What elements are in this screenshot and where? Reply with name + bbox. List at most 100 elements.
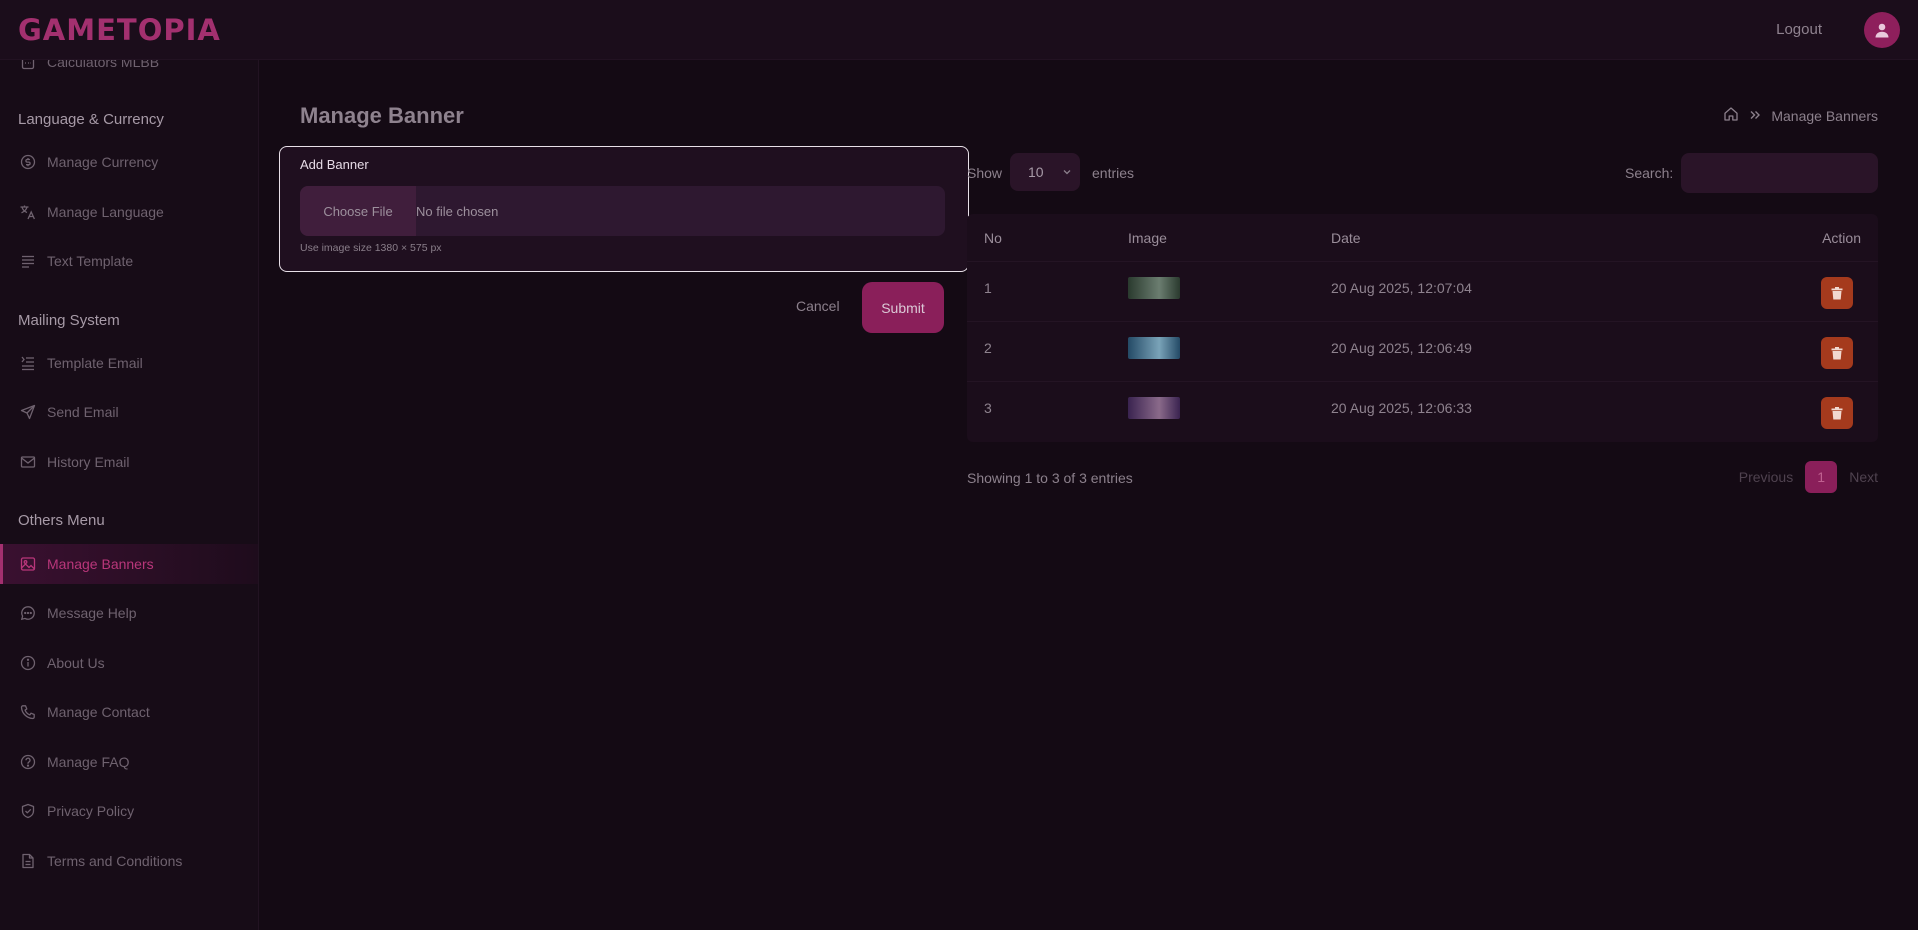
table-row: 2 20 Aug 2025, 12:06:49	[967, 322, 1878, 382]
sidebar-item-label: Manage Currency	[47, 154, 159, 170]
page-title: Manage Banner	[300, 103, 464, 128]
column-header-action: Action	[1822, 230, 1861, 246]
banners-table: No Image Date Action 1 20 Aug 2025, 12:0…	[967, 214, 1878, 442]
trash-icon	[1831, 286, 1843, 299]
add-banner-title: Add Banner	[300, 157, 369, 172]
pagination: Previous 1 Next	[1739, 461, 1878, 493]
page-length-value: 10	[1028, 164, 1044, 180]
delete-button[interactable]	[1821, 277, 1853, 309]
delete-button[interactable]	[1821, 337, 1853, 369]
sidebar-item-label: Template Email	[47, 355, 143, 371]
sidebar-item-label: Privacy Policy	[47, 803, 135, 819]
sidebar-item-label: Terms and Conditions	[47, 853, 183, 869]
question-icon	[18, 752, 38, 772]
document-icon	[18, 851, 38, 871]
row-no: 2	[984, 340, 992, 356]
top-bar: GAMETOPIA Logout	[0, 0, 1918, 60]
sidebar-item-text-template[interactable]: Text Template	[0, 241, 258, 281]
trash-icon	[1831, 406, 1843, 419]
sidebar-item-label: Text Template	[47, 253, 134, 269]
page-length-select[interactable]: 10	[1010, 153, 1080, 191]
sidebar-item-terms-and-conditions[interactable]: Terms and Conditions	[0, 841, 258, 881]
sidebar: Calculators MLBB Language & Currency Man…	[0, 60, 259, 930]
row-date: 20 Aug 2025, 12:07:04	[1331, 280, 1472, 296]
sidebar-item-label: Manage Banners	[47, 556, 154, 572]
image-size-hint: Use image size 1380 × 575 px	[300, 242, 442, 254]
sidebar-item-template-email[interactable]: Template Email	[0, 343, 258, 383]
search-input[interactable]	[1681, 153, 1878, 193]
column-header-no[interactable]: No	[984, 230, 1002, 246]
banner-thumbnail[interactable]	[1128, 337, 1180, 359]
delete-button[interactable]	[1821, 397, 1853, 429]
home-icon[interactable]	[1723, 106, 1739, 125]
sidebar-section-language-currency: Language & Currency	[18, 111, 164, 128]
user-icon	[1875, 23, 1889, 38]
row-date: 20 Aug 2025, 12:06:33	[1331, 400, 1472, 416]
sidebar-item-label: History Email	[47, 454, 130, 470]
banner-thumbnail[interactable]	[1128, 277, 1180, 299]
text-lines-icon	[18, 251, 38, 271]
choose-file-button[interactable]: Choose File	[300, 186, 416, 236]
sidebar-item-label: Manage Language	[47, 204, 164, 220]
logout-link[interactable]: Logout	[1776, 21, 1822, 38]
table-row: 3 20 Aug 2025, 12:06:33	[967, 382, 1878, 442]
sidebar-item-send-email[interactable]: Send Email	[0, 392, 258, 432]
sidebar-item-privacy-policy[interactable]: Privacy Policy	[0, 791, 258, 831]
sidebar-section-others-menu: Others Menu	[18, 512, 105, 529]
sidebar-item-manage-faq[interactable]: Manage FAQ	[0, 742, 258, 782]
table-header: No Image Date Action	[967, 214, 1878, 262]
sidebar-item-calculators-mlbb[interactable]: Calculators MLBB	[0, 60, 258, 82]
shield-icon	[18, 801, 38, 821]
column-header-date[interactable]: Date	[1331, 230, 1361, 246]
mail-icon	[18, 452, 38, 472]
sidebar-item-label: Message Help	[47, 605, 137, 621]
add-banner-card: Add Banner Choose File No file chosen Us…	[279, 146, 969, 272]
banner-thumbnail[interactable]	[1128, 397, 1180, 419]
calculator-icon	[18, 60, 38, 72]
submit-button[interactable]: Submit	[862, 282, 944, 333]
chevron-down-icon	[1062, 164, 1072, 180]
avatar[interactable]	[1864, 12, 1900, 48]
page-button-current[interactable]: 1	[1805, 461, 1838, 493]
row-date: 20 Aug 2025, 12:06:49	[1331, 340, 1472, 356]
sidebar-item-manage-language[interactable]: Manage Language	[0, 192, 258, 232]
sidebar-item-label: Send Email	[47, 404, 119, 420]
sidebar-item-label: Manage Contact	[47, 704, 150, 720]
next-page-button[interactable]: Next	[1849, 469, 1878, 485]
search-label: Search:	[1625, 165, 1674, 181]
sidebar-item-label: Calculators MLBB	[47, 60, 160, 70]
show-label: Show	[967, 165, 1003, 181]
breadcrumb-current: Manage Banners	[1771, 107, 1878, 124]
phone-icon	[18, 702, 38, 722]
sidebar-section-mailing-system: Mailing System	[18, 312, 120, 329]
sidebar-item-manage-banners[interactable]: Manage Banners	[0, 544, 258, 584]
sidebar-item-manage-currency[interactable]: Manage Currency	[0, 142, 258, 182]
sidebar-item-message-help[interactable]: Message Help	[0, 593, 258, 633]
table-info: Showing 1 to 3 of 3 entries	[967, 470, 1133, 486]
app-logo[interactable]: GAMETOPIA	[18, 13, 221, 47]
trash-icon	[1831, 346, 1843, 359]
sidebar-item-manage-contact[interactable]: Manage Contact	[0, 692, 258, 732]
sidebar-item-history-email[interactable]: History Email	[0, 442, 258, 482]
image-icon	[18, 554, 38, 574]
cancel-button[interactable]: Cancel	[796, 298, 840, 314]
row-no: 3	[984, 400, 992, 416]
file-status: No file chosen	[416, 203, 499, 219]
previous-page-button[interactable]: Previous	[1739, 469, 1793, 485]
send-icon	[18, 402, 38, 422]
breadcrumb: Manage Banners	[1723, 106, 1878, 125]
info-icon	[18, 653, 38, 673]
table-row: 1 20 Aug 2025, 12:07:04	[967, 262, 1878, 322]
entries-label: entries	[1092, 165, 1135, 181]
list-indent-icon	[18, 353, 38, 373]
column-header-image[interactable]: Image	[1128, 230, 1167, 246]
row-no: 1	[984, 280, 992, 296]
double-chevron-icon	[1749, 108, 1761, 124]
sidebar-item-about-us[interactable]: About Us	[0, 643, 258, 683]
sidebar-item-label: About Us	[47, 655, 105, 671]
sidebar-item-label: Manage FAQ	[47, 754, 130, 770]
banner-file-input[interactable]: Choose File No file chosen	[300, 186, 945, 236]
chat-icon	[18, 603, 38, 623]
dollar-circle-icon	[18, 152, 38, 172]
translate-icon	[18, 202, 38, 222]
